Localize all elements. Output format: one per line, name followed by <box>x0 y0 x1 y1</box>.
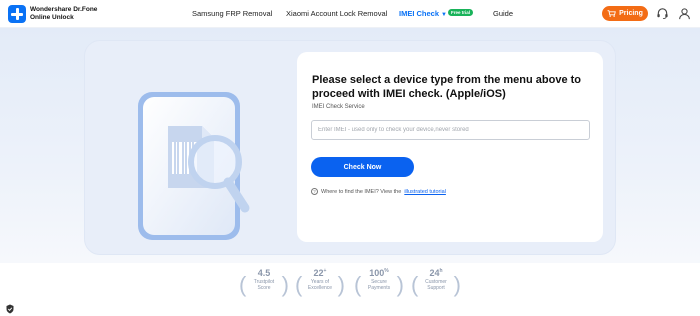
nav-imei-check[interactable]: IMEI Check ▼ <box>399 9 447 18</box>
headset-icon[interactable] <box>656 7 669 20</box>
stat-customer-support: ( 24h Customer Support ) <box>411 266 461 298</box>
logo-plus-icon[interactable] <box>8 5 26 23</box>
brand-line-1: Wondershare Dr.Fone <box>30 6 98 13</box>
laurel-left-icon: ( <box>295 272 303 297</box>
nav-guide[interactable]: Guide <box>493 9 513 18</box>
imei-check-service-label: IMEI Check Service <box>312 104 365 110</box>
pricing-label: Pricing <box>619 10 643 17</box>
laurel-left-icon: ( <box>411 272 419 297</box>
imei-input[interactable] <box>311 120 590 140</box>
nav-imei-check-label: IMEI Check <box>399 9 440 18</box>
shield-icon[interactable] <box>6 304 14 314</box>
pricing-button[interactable]: Pricing <box>602 6 648 21</box>
laurel-left-icon: ( <box>354 272 362 297</box>
laurel-right-icon: ) <box>396 272 404 297</box>
brand-line-2: Online Unlock <box>30 14 74 21</box>
free-trial-badge: Free trial <box>448 9 474 16</box>
laurel-left-icon: ( <box>239 272 247 297</box>
brand-name[interactable]: Wondershare Dr.Fone Online Unlock <box>30 6 97 22</box>
hint-text: Where to find the IMEI? View the <box>321 188 402 195</box>
user-icon[interactable] <box>678 7 691 20</box>
laurel-right-icon: ) <box>453 272 461 297</box>
question-icon: ? <box>311 188 318 195</box>
stat-trustpilot: ( 4.5 Trustpilot Score ) <box>239 266 289 298</box>
form-title: Please select a device type from the men… <box>312 74 581 100</box>
stat-secure-payments: ( 100% Secure Payments ) <box>354 266 404 298</box>
check-now-button[interactable]: Check Now <box>311 157 414 177</box>
phone-magnifier-illustration <box>138 92 250 240</box>
illustrated-tutorial-link[interactable]: illustrated tutorial <box>404 189 446 195</box>
laurel-right-icon: ) <box>281 272 289 297</box>
imei-help-hint: ? Where to find the IMEI? View the illus… <box>311 188 446 195</box>
nav-xiaomi-account-lock-removal[interactable]: Xiaomi Account Lock Removal <box>286 9 387 18</box>
chevron-down-icon: ▼ <box>441 12 447 18</box>
cart-icon <box>607 10 616 17</box>
stat-years: ( 22+ Years of Excellence ) <box>295 266 345 298</box>
laurel-right-icon: ) <box>337 272 345 297</box>
nav-samsung-frp-removal[interactable]: Samsung FRP Removal <box>192 9 272 18</box>
top-nav-bar: Wondershare Dr.Fone Online Unlock Samsun… <box>0 0 700 28</box>
